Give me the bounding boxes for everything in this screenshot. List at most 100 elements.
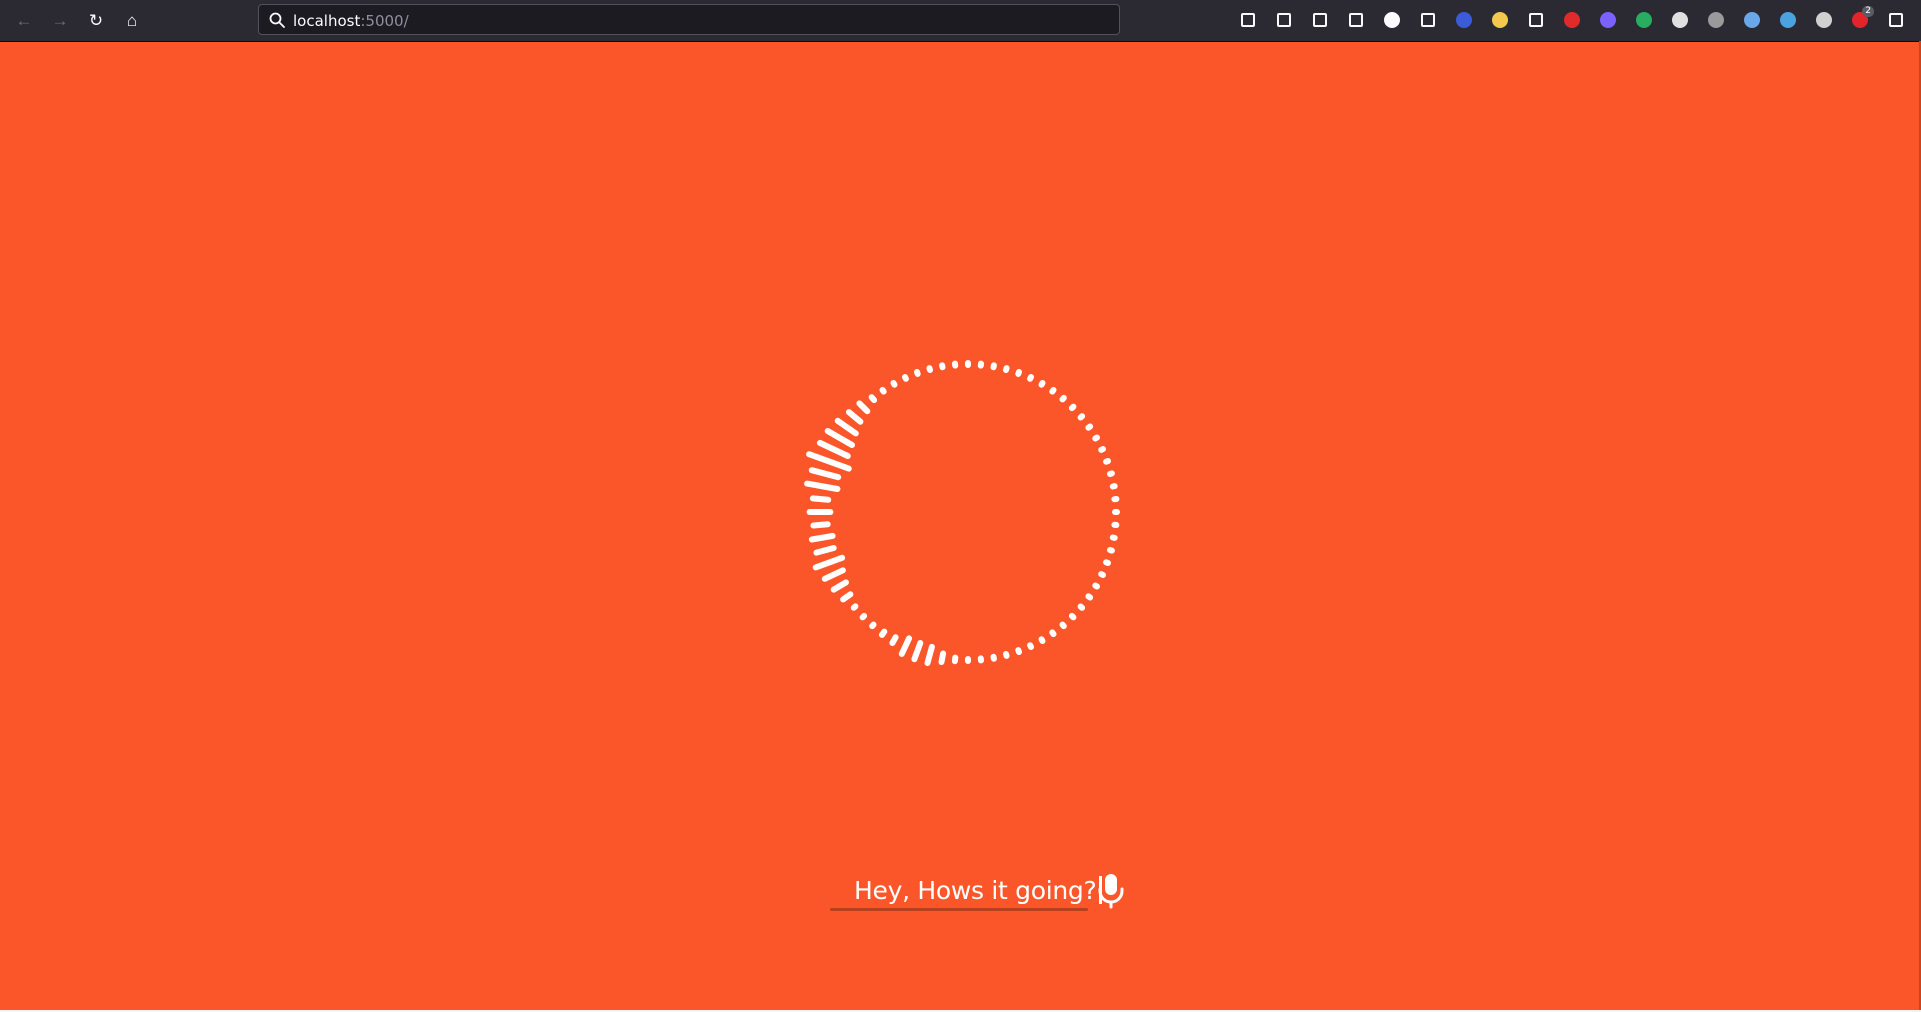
pocket-icon-glyph — [1241, 13, 1255, 27]
menu-icon-glyph — [1889, 13, 1903, 27]
visualizer-bar — [1068, 612, 1077, 621]
visualizer-bar — [1059, 621, 1067, 630]
visualizer-bar — [1077, 413, 1086, 421]
fast-forward-icon[interactable] — [1525, 9, 1547, 31]
visualizer-bar — [1092, 434, 1100, 442]
visualizer-bar — [1085, 593, 1094, 601]
visualizer-bar — [808, 467, 842, 481]
visualizer-bar — [1027, 642, 1034, 650]
downloads-icon-glyph — [1277, 13, 1291, 27]
sidebar-icon-glyph — [1349, 13, 1363, 27]
visualizer-bar — [1107, 470, 1115, 477]
url-port: :5000/ — [360, 12, 409, 30]
visualizer-bar — [1103, 559, 1111, 566]
face-extension-icon[interactable] — [1777, 9, 1799, 31]
pen-extension-icon-glyph — [1816, 12, 1832, 28]
downloads-icon[interactable] — [1273, 9, 1295, 31]
visualizer-bar — [1049, 629, 1057, 638]
visualizer-bar — [845, 409, 864, 425]
visualizer-bar — [859, 612, 868, 621]
visualizer-bar — [810, 521, 831, 529]
visualizer-bar — [1038, 636, 1046, 644]
visualizer-bar — [850, 603, 859, 611]
sidebar-icon[interactable] — [1345, 9, 1367, 31]
search-icon — [269, 12, 285, 28]
forward-icon[interactable]: → — [48, 8, 72, 32]
visualizer-bar — [889, 634, 899, 646]
visualizer-bar — [1103, 458, 1111, 465]
visualizer-bar — [869, 621, 877, 630]
speech-prompt: Hey, Hows it going? — [830, 868, 1103, 911]
pen-extension-icon[interactable] — [1813, 9, 1835, 31]
visualizer-bar — [911, 640, 924, 663]
visualizer-bar — [804, 480, 841, 492]
visualizer-bar — [1049, 386, 1057, 395]
url-host: localhost — [293, 12, 361, 30]
info-extension-icon[interactable] — [1705, 9, 1727, 31]
visualizer-bar — [1098, 571, 1106, 578]
red-extension-icon-glyph — [1564, 12, 1580, 28]
visualizer-bar — [914, 369, 921, 377]
library-icon-glyph — [1313, 13, 1327, 27]
pocket-icon[interactable] — [1237, 9, 1259, 31]
visualizer-bar — [1003, 651, 1010, 659]
address-bar[interactable]: localhost:5000/ — [258, 4, 1120, 35]
visualizer-bar — [1098, 446, 1106, 453]
adblock-badge: 2 — [1862, 6, 1874, 17]
bottle-extension-icon[interactable] — [1741, 9, 1763, 31]
visualizer-bar — [821, 567, 846, 582]
menu-icon[interactable] — [1885, 9, 1907, 31]
visualizer-bar — [1003, 365, 1010, 373]
visualizer-bar — [856, 400, 871, 415]
visualizer-bar — [840, 591, 854, 603]
crop-icon-glyph — [1421, 13, 1435, 27]
visualizer-bar — [1027, 374, 1034, 382]
s-extension-icon-glyph — [1672, 12, 1688, 28]
visualizer-bar — [1015, 369, 1022, 377]
visualizer-bar — [816, 439, 851, 459]
crop-icon[interactable] — [1417, 9, 1439, 31]
extension-m-icon[interactable] — [1381, 9, 1403, 31]
adblock-icon[interactable]: 2 — [1849, 6, 1874, 31]
fast-forward-icon-glyph — [1529, 13, 1543, 27]
visualizer-bar — [824, 428, 855, 448]
visualizer-bar — [1085, 423, 1094, 431]
red-extension-icon[interactable] — [1561, 9, 1583, 31]
browser-toolbar: ← → ↻ ⌂ localhost:5000/ 2 — [0, 0, 1921, 42]
prompt-text: Hey, Hows it going? — [854, 876, 1097, 905]
visualizer-bar — [938, 650, 947, 665]
visualizer-bar — [879, 628, 888, 638]
visualizer-bar — [879, 386, 887, 395]
visualizer-bar — [926, 365, 933, 373]
visualizer-bar — [830, 579, 849, 593]
url-text[interactable]: localhost:5000/ — [293, 12, 409, 30]
glasses-extension-icon-glyph — [1492, 12, 1508, 28]
s-extension-icon[interactable] — [1669, 9, 1691, 31]
reload-icon[interactable]: ↻ — [84, 8, 108, 32]
glasses-extension-icon[interactable] — [1489, 9, 1511, 31]
visualizer-bar — [1038, 380, 1046, 388]
green-extension-icon[interactable] — [1633, 9, 1655, 31]
visualizer-bar — [809, 495, 832, 503]
visualizer-bar — [1068, 403, 1077, 412]
visualizer-bar — [834, 417, 859, 437]
visualizer-bar — [1092, 582, 1100, 590]
visualizer-bar — [812, 554, 846, 571]
extension-m-icon-glyph — [1384, 12, 1400, 28]
home-icon[interactable]: ⌂ — [120, 8, 144, 32]
visualizer-bar — [1077, 603, 1086, 611]
purple-extension-icon[interactable] — [1597, 9, 1619, 31]
globe-extension-icon-glyph — [1456, 12, 1472, 28]
visualizer-bar — [890, 380, 898, 388]
globe-extension-icon[interactable] — [1453, 9, 1475, 31]
visualizer-bar — [813, 545, 837, 556]
back-icon[interactable]: ← — [12, 8, 36, 32]
prompt-text-wrapper: Hey, Hows it going? — [854, 876, 1103, 905]
prompt-underline — [830, 908, 1088, 911]
bottle-extension-icon-glyph — [1744, 12, 1760, 28]
info-extension-icon-glyph — [1708, 12, 1724, 28]
library-icon[interactable] — [1309, 9, 1331, 31]
microphone-icon[interactable] — [1097, 873, 1125, 909]
visualizer-bar — [1015, 647, 1022, 655]
face-extension-icon-glyph — [1780, 12, 1796, 28]
